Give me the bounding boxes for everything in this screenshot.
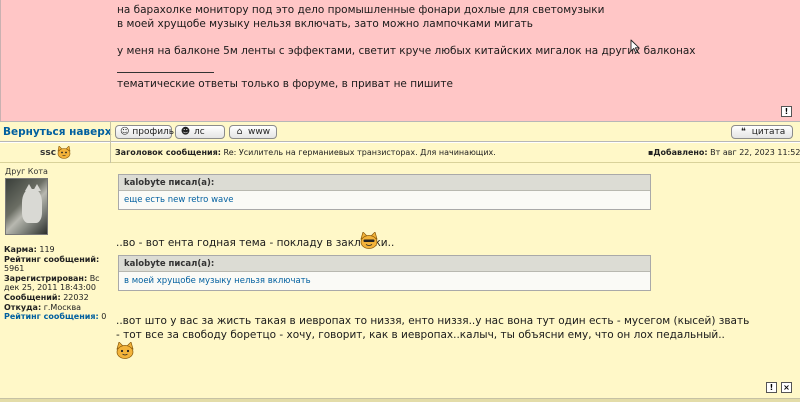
previous-post-line: у меня на балконе 5м ленты с эффектами, … [117, 44, 696, 57]
post-subject: Заголовок сообщения: Re: Усилитель на ге… [115, 148, 496, 157]
avatar[interactable] [5, 178, 48, 235]
mouse-cursor-icon [630, 39, 640, 54]
registered-stat: Зарегистрирован: Вс дек 25, 2011 18:43:0… [4, 274, 108, 293]
author-name[interactable]: ssc [40, 148, 56, 158]
registered-label: Зарегистрирован: [4, 273, 88, 283]
www-button[interactable]: ⌂ www [229, 125, 277, 139]
from-stat: Откуда: г.Москва [4, 303, 108, 313]
pm-button-label: лс [194, 127, 205, 137]
post-text-line: ..вот што у вас за жисть такая в иевропа… [116, 315, 750, 327]
from-label: Откуда: [4, 302, 42, 312]
quote-header: kalobyte писал(а): [119, 256, 650, 272]
subject-label: Заголовок сообщения: [115, 148, 221, 157]
cat-emote-icon [57, 145, 71, 162]
cat-emote-icon [116, 341, 134, 362]
cat-emote-icon [360, 231, 378, 252]
from-value: г.Москва [43, 302, 82, 312]
posts-label: Сообщений: [4, 292, 61, 302]
posts-stat: Сообщений: 22032 [4, 293, 108, 303]
www-icon: ⌂ [236, 127, 243, 137]
signature-divider [117, 72, 214, 73]
back-to-top-link[interactable]: Вернуться наверх [3, 126, 111, 138]
www-button-label: www [248, 127, 271, 137]
author-stats: Карма: 119 Рейтинг сообщений: 5961 Зарег… [4, 245, 108, 322]
profile-button-label: профиль [132, 127, 175, 137]
previous-post: на барахолке монитору под это дело промы… [0, 0, 800, 121]
quote-text: в моей хрущобе музыку нельзя включать [119, 272, 650, 290]
previous-post-line: на барахолке монитору под это дело промы… [117, 4, 605, 16]
post-footer-edge [0, 398, 800, 402]
delete-icon[interactable]: × [781, 382, 792, 393]
post-text-line: ..во - вот ента годная тема - покладу в … [116, 237, 395, 249]
pm-icon: ☻ [180, 127, 191, 137]
quote-block: kalobyte писал(а): в моей хрущобе музыку… [118, 255, 651, 291]
post-text-line: - тот все за свободу боретцо - хочу, гов… [116, 329, 725, 341]
report-icon[interactable]: ! [766, 382, 777, 393]
quote-header: kalobyte писал(а): [119, 175, 650, 191]
rating-stat: Рейтинг сообщений: 5961 [4, 255, 108, 274]
previous-post-body: на барахолке монитору под это дело промы… [0, 0, 800, 121]
quote-block: kalobyte писал(а): еще есть new retro wa… [118, 174, 651, 210]
post-header: ssc Заголовок сообщения: Re: Усилитель н… [0, 143, 800, 163]
profile-button[interactable]: ☺ профиль [115, 125, 175, 139]
report-icon[interactable]: ! [781, 106, 792, 117]
post-date: ▪Добавлено: Вт авг 22, 2023 11:52:42 [648, 148, 800, 157]
rating-value: 5961 [4, 264, 25, 274]
post-rating-value: 0 [101, 312, 107, 322]
karma-value: 119 [39, 245, 55, 254]
previous-post-signature: тематические ответы только в форуме, в п… [117, 78, 453, 90]
quote-button-label: цитата [751, 127, 786, 137]
quote-icon: ❝ [740, 127, 746, 137]
added-date: Вт авг 22, 2023 11:52:42 [710, 148, 800, 157]
post-body: Друг Кота Карма: 119 Рейтинг сообщений: … [0, 163, 800, 402]
post-rating-stat: Рейтинг сообщения: 0 [4, 312, 108, 322]
post-rating-link[interactable]: Рейтинг сообщения: [4, 312, 99, 321]
quote-text: еще есть new retro wave [119, 191, 650, 209]
pm-button[interactable]: ☻ лс [175, 125, 225, 139]
rating-label: Рейтинг сообщений: [4, 254, 100, 264]
karma-stat: Карма: 119 [4, 245, 108, 255]
post-actions-row: Вернуться наверх ☺ профиль ☻ лс ⌂ www ❝ … [0, 121, 800, 142]
posts-value: 22032 [63, 292, 89, 302]
previous-post-text: на барахолке монитору под это дело промы… [117, 4, 696, 58]
added-label: Добавлено: [653, 148, 708, 157]
quote-button[interactable]: ❝ цитата [731, 125, 793, 139]
karma-label: Карма: [4, 245, 37, 254]
profile-icon: ☺ [120, 127, 130, 137]
subject-text: Re: Усилитель на германиевых транзистора… [223, 148, 496, 157]
previous-post-line: в моей хрущобе музыку нельзя включать, з… [117, 17, 533, 30]
author-rank: Друг Кота [5, 167, 48, 176]
